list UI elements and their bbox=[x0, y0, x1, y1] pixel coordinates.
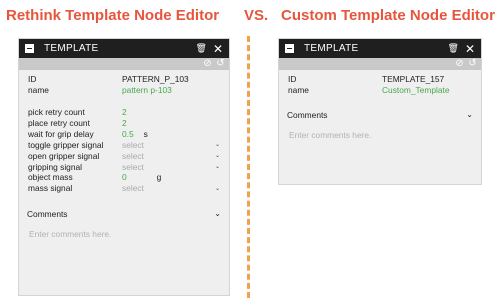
disable-icon[interactable]: ⊘ bbox=[455, 59, 464, 69]
id-label: ID bbox=[288, 74, 297, 85]
name-label: name bbox=[28, 85, 49, 96]
param-label: wait for grip delay bbox=[28, 128, 94, 139]
name-row: name Custom_Template bbox=[288, 85, 472, 96]
name-field[interactable]: pattern p-103 bbox=[122, 85, 172, 95]
reset-icon[interactable]: ↺ bbox=[216, 59, 225, 69]
chevron-down-icon[interactable]: ⌄ bbox=[214, 209, 221, 218]
fields: ID PATTERN_P_103 name pattern p-103 pick… bbox=[19, 70, 229, 194]
name-label: name bbox=[288, 85, 309, 96]
minimize-icon[interactable] bbox=[285, 44, 294, 53]
chevron-down-icon[interactable]: ⌄ bbox=[215, 185, 220, 192]
wait-for-grip-delay-field[interactable]: 0.5 bbox=[122, 129, 134, 139]
panel-toolbar: ⊘ ↺ bbox=[279, 58, 481, 70]
comments-label: Comments bbox=[287, 109, 328, 120]
name-row: name pattern p-103 bbox=[28, 85, 220, 96]
id-label: ID bbox=[28, 74, 37, 85]
panel-title: TEMPLATE bbox=[304, 43, 359, 54]
param-object-mass: object mass 0 g bbox=[28, 172, 220, 183]
pick-retry-count-field[interactable]: 2 bbox=[122, 107, 127, 117]
rethink-template-panel: TEMPLATE 🗑 ✕ ⊘ ↺ ID PATTERN_P_103 name p… bbox=[18, 38, 230, 296]
param-label: mass signal bbox=[28, 183, 73, 194]
trash-icon[interactable]: 🗑 bbox=[196, 43, 207, 54]
panel-toolbar: ⊘ ↺ bbox=[19, 58, 229, 70]
toggle-gripper-signal-select[interactable]: select bbox=[122, 140, 215, 150]
open-gripper-signal-select[interactable]: select bbox=[122, 151, 215, 161]
param-open-gripper-signal: open gripper signal select ⌄ bbox=[28, 150, 220, 161]
object-mass-field[interactable]: 0 bbox=[122, 172, 127, 182]
reset-icon[interactable]: ↺ bbox=[468, 59, 477, 69]
param-place-retry-count: place retry count 2 bbox=[28, 118, 220, 129]
param-toggle-gripper-signal: toggle gripper signal select ⌄ bbox=[28, 139, 220, 150]
param-mass-signal: mass signal select ⌄ bbox=[28, 183, 220, 194]
param-label: toggle gripper signal bbox=[28, 139, 104, 150]
caption-rethink: Rethink Template Node Editor bbox=[6, 7, 220, 24]
close-icon[interactable]: ✕ bbox=[465, 43, 475, 55]
chevron-down-icon[interactable]: ⌄ bbox=[466, 110, 473, 119]
caption-custom: Custom Template Node Editor bbox=[281, 7, 495, 24]
comments-input[interactable]: Enter comments here. bbox=[19, 221, 229, 247]
comments-header[interactable]: Comments ⌄ bbox=[19, 207, 229, 221]
gripping-signal-select[interactable]: select bbox=[122, 162, 215, 172]
trash-icon[interactable]: 🗑 bbox=[448, 43, 459, 54]
panel-title: TEMPLATE bbox=[44, 43, 99, 54]
chevron-down-icon[interactable]: ⌄ bbox=[215, 141, 220, 148]
dashed-divider bbox=[247, 36, 250, 298]
param-label: open gripper signal bbox=[28, 150, 100, 161]
chevron-down-icon[interactable]: ⌄ bbox=[215, 152, 220, 159]
param-label: place retry count bbox=[28, 118, 90, 128]
comments-header[interactable]: Comments ⌄ bbox=[279, 108, 481, 122]
minimize-icon[interactable] bbox=[25, 44, 34, 53]
fields: ID TEMPLATE_157 name Custom_Template bbox=[279, 70, 481, 96]
custom-template-panel: TEMPLATE 🗑 ✕ ⊘ ↺ ID TEMPLATE_157 name Cu… bbox=[278, 38, 482, 185]
disable-icon[interactable]: ⊘ bbox=[203, 59, 212, 69]
close-icon[interactable]: ✕ bbox=[213, 43, 223, 55]
id-value: PATTERN_P_103 bbox=[122, 74, 189, 85]
caption-vs: VS. bbox=[244, 7, 269, 24]
id-row: ID PATTERN_P_103 bbox=[28, 74, 220, 85]
name-field[interactable]: Custom_Template bbox=[382, 85, 450, 95]
mass-signal-select[interactable]: select bbox=[122, 183, 215, 193]
comments-label: Comments bbox=[27, 208, 68, 219]
id-value: TEMPLATE_157 bbox=[382, 74, 445, 85]
param-gripping-signal: gripping signal select ⌄ bbox=[28, 161, 220, 172]
param-wait-for-grip-delay: wait for grip delay 0.5 s bbox=[28, 128, 220, 139]
param-pick-retry-count: pick retry count 2 bbox=[28, 107, 220, 118]
chevron-down-icon[interactable]: ⌄ bbox=[215, 163, 220, 170]
param-label: gripping signal bbox=[28, 161, 83, 172]
id-row: ID TEMPLATE_157 bbox=[288, 74, 472, 85]
unit-label: g bbox=[156, 172, 162, 183]
unit-label: s bbox=[143, 128, 148, 139]
param-label: object mass bbox=[28, 172, 73, 183]
panel-titlebar: TEMPLATE 🗑 ✕ bbox=[279, 39, 481, 58]
place-retry-count-field[interactable]: 2 bbox=[122, 118, 127, 128]
comments-input[interactable]: Enter comments here. bbox=[279, 122, 481, 148]
param-label: pick retry count bbox=[28, 107, 85, 118]
panel-titlebar: TEMPLATE 🗑 ✕ bbox=[19, 39, 229, 58]
